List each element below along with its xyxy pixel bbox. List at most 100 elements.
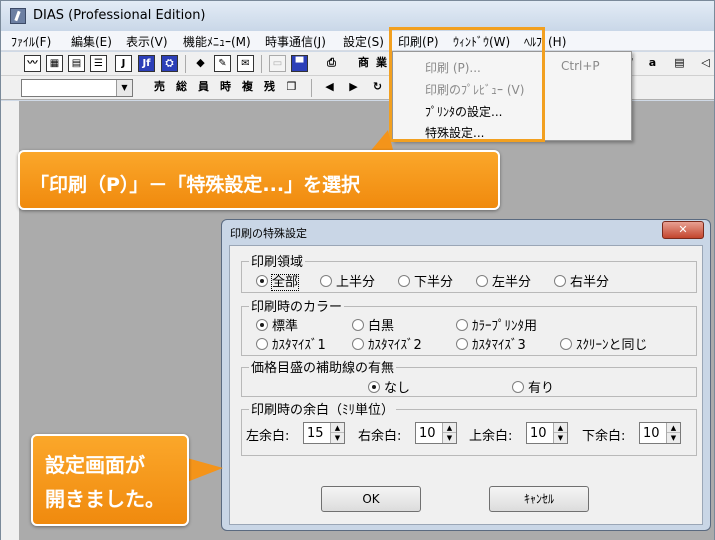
spin-down-icon[interactable]: ▼	[554, 433, 567, 443]
print-color-group: 印刷時のカラー 標準 白黒 ｶﾗｰﾌﾟﾘﾝﾀ用 ｶｽﾀﾏｲｽﾞ1 ｶｽﾀﾏｲｽﾞ…	[241, 296, 697, 356]
ok-button[interactable]: OK	[321, 486, 421, 512]
print-color-label: 印刷時のカラー	[249, 296, 345, 315]
result-text-line2: 開きました。	[45, 487, 165, 511]
radio-area-right[interactable]: 右半分	[554, 271, 609, 290]
radio-color-custom3[interactable]: ｶｽﾀﾏｲｽﾞ3	[456, 334, 526, 353]
spinner-buttons: ▲ ▼	[553, 423, 567, 443]
edit-tool-icon[interactable]: ✎	[214, 55, 231, 72]
spin-up-icon[interactable]: ▲	[667, 423, 680, 433]
close-icon[interactable]: ✕	[662, 221, 704, 239]
radio-area-top[interactable]: 上半分	[320, 271, 375, 290]
radio-area-bottom[interactable]: 下半分	[398, 271, 453, 290]
margins-group: 印刷時の余白（ﾐﾘ単位） 左余白: 15 ▲ ▼ 右余白: 10 ▲ ▼ 上余白…	[241, 399, 697, 456]
left-margin-spinner[interactable]: 15 ▲ ▼	[303, 422, 345, 444]
document-icon[interactable]: ▤	[671, 55, 688, 72]
gridlines-group: 価格目盛の補助線の有無 なし 有り	[241, 357, 697, 397]
radio-icon	[554, 275, 566, 287]
uri-button[interactable]: 売	[151, 79, 168, 96]
menu-jiji[interactable]: 時事通信(J)	[265, 33, 326, 50]
gridlines-label: 価格目盛の補助線の有無	[249, 357, 397, 376]
radio-icon	[398, 275, 410, 287]
monitor-icon[interactable]: ▀	[291, 55, 308, 72]
radio-color-custom2[interactable]: ｶｽﾀﾏｲｽﾞ2	[352, 334, 422, 353]
radio-color-screen[interactable]: ｽｸﾘｰﾝと同じ	[560, 334, 648, 353]
radio-icon	[352, 338, 364, 350]
shohin-button[interactable]: 商	[355, 55, 372, 72]
printer-icon[interactable]: ⎙	[323, 55, 340, 72]
window-icon[interactable]: ▭	[269, 55, 286, 72]
note-icon[interactable]: ✉	[237, 55, 254, 72]
fuku-button[interactable]: 複	[239, 79, 256, 96]
next-icon[interactable]: ▶	[345, 79, 362, 96]
cancel-button[interactable]: ｷｬﾝｾﾙ	[489, 486, 589, 512]
menu-file[interactable]: ﾌｧｲﾙ(F)	[11, 33, 51, 50]
in-button[interactable]: 員	[195, 79, 212, 96]
radio-icon	[256, 275, 268, 287]
cube-icon[interactable]: ◆	[192, 55, 209, 72]
bottom-margin-label: 下余白:	[582, 429, 626, 444]
special-settings-dialog: 印刷の特殊設定 ✕ 印刷領域 全部 上半分 下半分 左半分 右半分 印刷時のカラ…	[221, 219, 711, 531]
refresh-icon[interactable]: ↻	[369, 79, 386, 96]
radio-area-left[interactable]: 左半分	[476, 271, 531, 290]
radio-icon	[256, 319, 268, 331]
symbol-combo[interactable]: ▼	[21, 79, 133, 97]
radio-icon	[368, 381, 380, 393]
prev-icon[interactable]: ◀	[321, 79, 338, 96]
spin-down-icon[interactable]: ▼	[667, 433, 680, 443]
spinner-buttons: ▲ ▼	[330, 423, 344, 443]
bottom-margin-spinner[interactable]: 10 ▲ ▼	[639, 422, 681, 444]
spin-up-icon[interactable]: ▲	[443, 423, 456, 433]
radio-area-all[interactable]: 全部	[256, 271, 300, 291]
chevron-down-icon[interactable]: ▼	[116, 80, 132, 96]
top-margin-spinner[interactable]: 10 ▲ ▼	[526, 422, 568, 444]
radio-icon	[456, 338, 468, 350]
zan-button[interactable]: 残	[261, 79, 278, 96]
ji-button[interactable]: 時	[217, 79, 234, 96]
bottom-margin-value: 10	[643, 426, 660, 441]
jf-button[interactable]: Jf	[138, 55, 155, 72]
radio-grid-yes[interactable]: 有り	[512, 377, 554, 396]
radio-icon	[476, 275, 488, 287]
spin-up-icon[interactable]: ▲	[554, 423, 567, 433]
radio-icon	[560, 338, 572, 350]
font-a-button[interactable]: a	[644, 55, 661, 72]
title-bar: DIAS (Professional Edition)	[1, 1, 714, 31]
radio-icon	[256, 338, 268, 350]
result-text-line1: 設定画面が	[45, 453, 145, 477]
dialog-title: 印刷の特殊設定	[230, 227, 307, 240]
gyo-button[interactable]: 業	[373, 55, 390, 72]
result-callout: 設定画面が 開きました。	[31, 434, 189, 526]
menu-settings[interactable]: 設定(S)	[343, 33, 384, 50]
left-margin-label: 左余白:	[246, 429, 290, 444]
radio-color-printer[interactable]: ｶﾗｰﾌﾟﾘﾝﾀ用	[456, 315, 537, 334]
radio-icon	[352, 319, 364, 331]
network-icon[interactable]: ⛭	[161, 55, 178, 72]
radio-color-custom1[interactable]: ｶｽﾀﾏｲｽﾞ1	[256, 334, 326, 353]
toolbar-separator	[185, 55, 186, 73]
toolbar-separator	[261, 55, 262, 73]
menu-bar: ﾌｧｲﾙ(F) 編集(E) 表示(V) 機能ﾒﾆｭｰ(M) 時事通信(J) 設定…	[1, 31, 714, 51]
so-button[interactable]: 総	[173, 79, 190, 96]
left-margin-value: 15	[307, 426, 324, 441]
menu-functions[interactable]: 機能ﾒﾆｭｰ(M)	[183, 33, 251, 50]
spin-down-icon[interactable]: ▼	[443, 433, 456, 443]
list-icon[interactable]: ☰	[90, 55, 107, 72]
highlight-frame	[389, 27, 545, 142]
spin-up-icon[interactable]: ▲	[331, 423, 344, 433]
radio-color-mono[interactable]: 白黒	[352, 315, 394, 334]
print-area-label: 印刷領域	[249, 251, 306, 270]
grid-chart-icon[interactable]: ▦	[46, 55, 63, 72]
scroll-left-icon[interactable]: ◁	[697, 55, 714, 72]
radio-grid-none[interactable]: なし	[368, 377, 410, 396]
j-button[interactable]: J	[115, 55, 132, 72]
radio-icon	[320, 275, 332, 287]
right-margin-label: 右余白:	[358, 429, 402, 444]
right-margin-spinner[interactable]: 10 ▲ ▼	[415, 422, 457, 444]
menu-edit[interactable]: 編集(E)	[71, 33, 112, 50]
table-icon[interactable]: ▤	[68, 55, 85, 72]
menu-view[interactable]: 表示(V)	[126, 33, 168, 50]
line-chart-icon[interactable]: 〰	[24, 55, 41, 72]
book-icon[interactable]: ❒	[283, 79, 300, 96]
spin-down-icon[interactable]: ▼	[331, 433, 344, 443]
radio-color-standard[interactable]: 標準	[256, 315, 298, 334]
